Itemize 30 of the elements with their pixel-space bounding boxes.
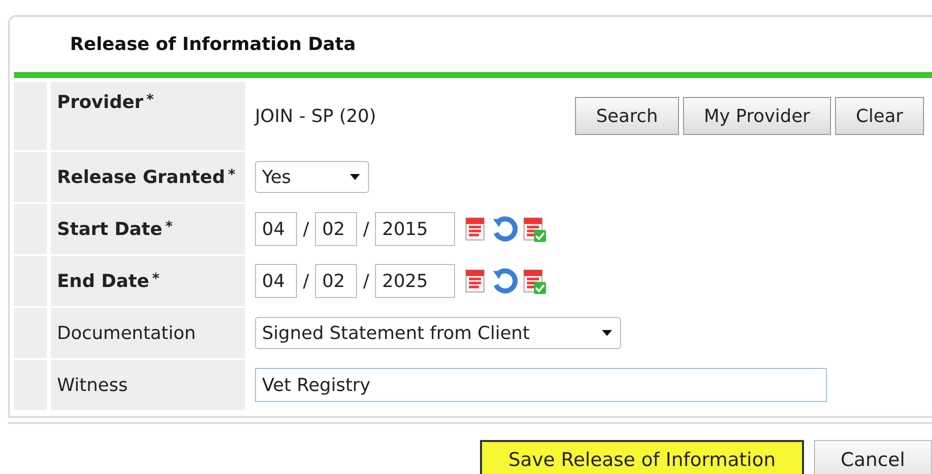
provider-button[interactable]: Clear xyxy=(834,97,924,135)
field-label: Documentation xyxy=(57,322,196,344)
field-label: Witness xyxy=(57,374,128,396)
year-field[interactable]: 2025 xyxy=(375,264,456,298)
provider-button[interactable]: Search xyxy=(575,97,679,135)
provider-value: JOIN - SP (20) xyxy=(255,106,376,126)
field-label: End Date * xyxy=(57,270,160,292)
calendar-check-icon[interactable] xyxy=(521,267,548,295)
calendar-check-icon[interactable] xyxy=(521,215,548,243)
month-field[interactable]: 04 xyxy=(255,264,297,298)
date-separator: / xyxy=(303,218,310,240)
field-label: Start Date * xyxy=(57,218,173,240)
panel-title: Release of Information Data xyxy=(69,33,357,57)
date-separator: / xyxy=(363,270,370,292)
month-field[interactable]: 04 xyxy=(255,212,297,246)
field-label: Release Granted * xyxy=(57,166,236,188)
witness-field[interactable]: Vet Registry xyxy=(255,368,827,402)
dropdown[interactable]: Signed Statement from Client xyxy=(255,317,621,349)
day-field[interactable]: 02 xyxy=(315,212,358,246)
year-field[interactable]: 2015 xyxy=(375,212,456,246)
date-separator: / xyxy=(363,218,370,240)
date-separator: / xyxy=(303,270,310,292)
cancel-button[interactable]: Cancel xyxy=(814,440,932,474)
refresh-icon[interactable] xyxy=(491,215,520,243)
refresh-icon[interactable] xyxy=(491,267,520,295)
dropdown[interactable]: Yes xyxy=(255,161,369,193)
day-field[interactable]: 02 xyxy=(315,264,358,298)
save-button[interactable]: Save Release of Information xyxy=(480,440,804,474)
field-label: Provider * xyxy=(57,92,154,113)
provider-button[interactable]: My Provider xyxy=(682,97,831,135)
